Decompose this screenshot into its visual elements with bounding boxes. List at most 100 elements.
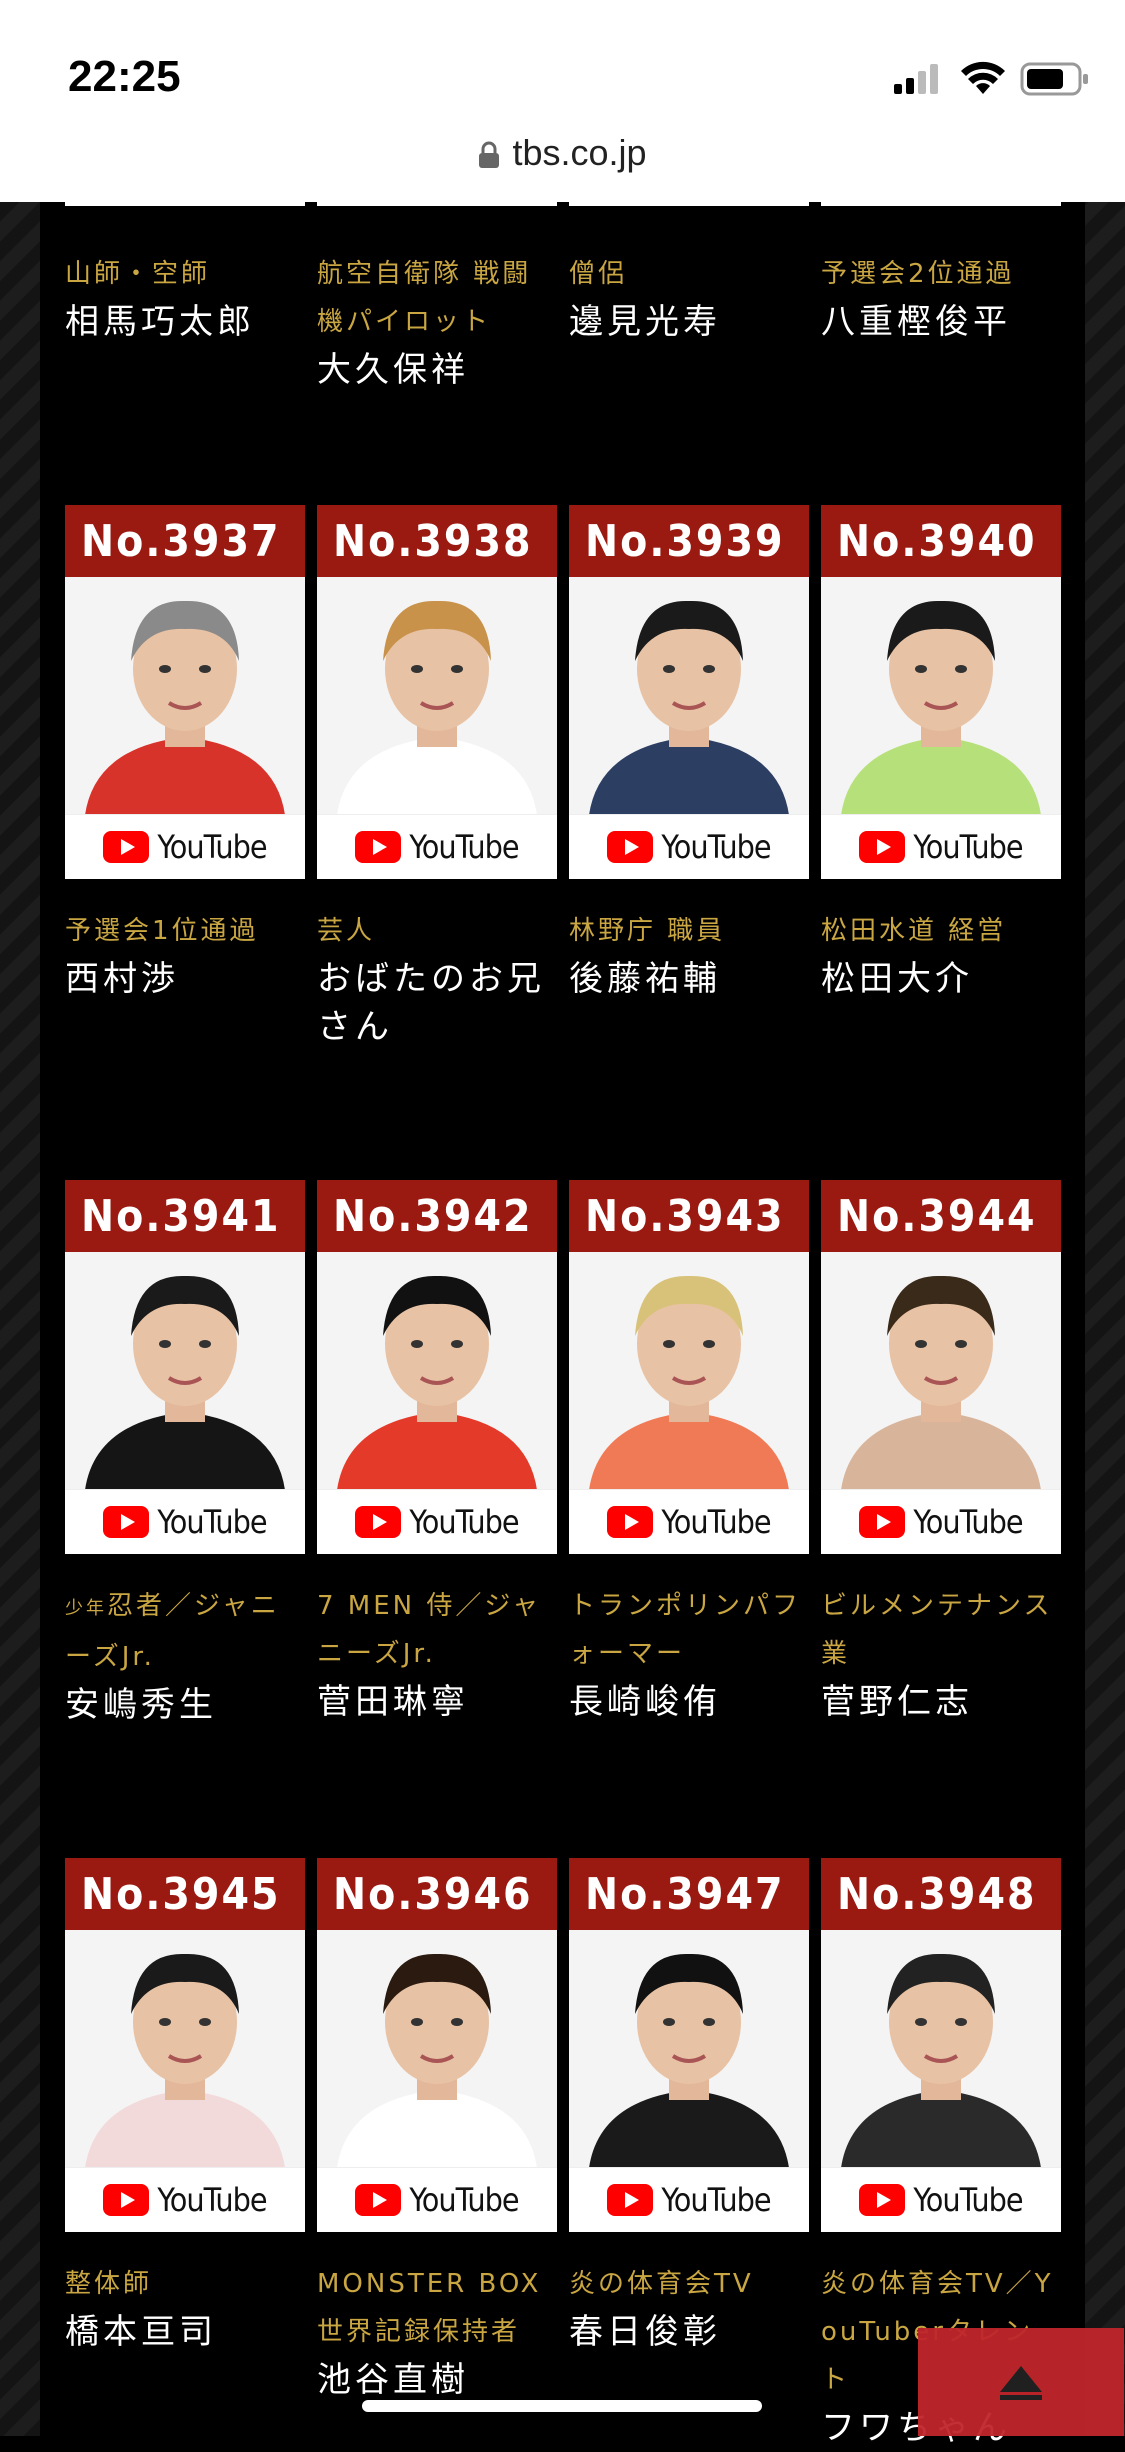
competitor-card[interactable]: No.3947 YouTube bbox=[569, 1858, 809, 2232]
competitor-photo[interactable] bbox=[821, 1930, 1061, 2168]
wifi-icon bbox=[961, 61, 1005, 94]
competitor-name: 橋本亘司 bbox=[65, 2312, 217, 2352]
person-portrait-icon bbox=[569, 577, 809, 815]
competitor-photo[interactable] bbox=[317, 1930, 557, 2168]
person-portrait-icon bbox=[65, 1252, 305, 1490]
competitor-cell[interactable]: No.3941 YouTube 少年忍者／ジャニーズJr. 安嶋秀生 bbox=[65, 1180, 305, 1729]
youtube-label: YouTube bbox=[913, 828, 1023, 866]
competitor-role: 整体師 bbox=[65, 2269, 153, 2299]
competitor-role-prefix: 少年 bbox=[65, 1598, 107, 1619]
competitor-card[interactable]: No.3942 YouTube bbox=[317, 1180, 557, 1554]
competitor-cell[interactable]: No.3947 YouTube 炎の体育会TV 春日俊彰 bbox=[569, 1858, 809, 2356]
competitor-role: MONSTER BOX 世界記録保持者 bbox=[317, 2269, 542, 2347]
competitor-photo[interactable] bbox=[569, 1930, 809, 2168]
competitor-card[interactable]: No.3938 YouTube bbox=[317, 505, 557, 879]
url-bar[interactable]: tbs.co.jp bbox=[0, 132, 1125, 174]
youtube-button[interactable]: YouTube bbox=[569, 2167, 809, 2232]
competitor-card[interactable]: No.3946 YouTube bbox=[317, 1858, 557, 2232]
competitor-photo[interactable] bbox=[821, 577, 1061, 815]
youtube-label: YouTube bbox=[157, 1503, 267, 1541]
youtube-button[interactable]: YouTube bbox=[569, 1489, 809, 1554]
competitor-card[interactable]: No.3948 YouTube bbox=[821, 1858, 1061, 2232]
youtube-play-icon bbox=[103, 1506, 150, 1538]
youtube-button[interactable]: YouTube bbox=[317, 814, 557, 879]
person-portrait-icon bbox=[569, 1252, 809, 1490]
youtube-play-icon bbox=[103, 831, 150, 863]
competitor-card[interactable]: No.3937 YouTube bbox=[65, 505, 305, 879]
competitor-card[interactable]: No.3944 YouTube bbox=[821, 1180, 1061, 1554]
competitor-photo[interactable] bbox=[569, 577, 809, 815]
youtube-button[interactable]: YouTube bbox=[821, 1489, 1061, 1554]
youtube-button[interactable]: YouTube bbox=[317, 1489, 557, 1554]
status-time: 22:25 bbox=[68, 52, 181, 101]
competitor-cell[interactable]: No.3939 YouTube 林野庁 職員 後藤祐輔 bbox=[569, 505, 809, 1003]
competitor-name: 後藤祐輔 bbox=[569, 959, 721, 999]
card-bottom-edge bbox=[317, 202, 557, 206]
youtube-button[interactable]: YouTube bbox=[821, 814, 1061, 879]
entry-number: No.3948 bbox=[821, 1858, 1061, 1930]
competitor-photo[interactable] bbox=[569, 1252, 809, 1490]
competitor-card[interactable]: No.3943 YouTube bbox=[569, 1180, 809, 1554]
entry-number: No.3945 bbox=[65, 1858, 305, 1930]
competitor-photo[interactable] bbox=[65, 1252, 305, 1490]
competitor-name: 春日俊彰 bbox=[569, 2312, 721, 2352]
youtube-button[interactable]: YouTube bbox=[65, 2167, 305, 2232]
youtube-play-icon bbox=[355, 1506, 402, 1538]
competitor-name: 松田大介 bbox=[821, 959, 973, 999]
competitor-name: 安嶋秀生 bbox=[65, 1685, 217, 1725]
person-portrait-icon bbox=[317, 577, 557, 815]
competitor-photo[interactable] bbox=[317, 577, 557, 815]
competitor-name: おばたのお兄さん bbox=[317, 959, 545, 1047]
competitor-cell[interactable]: No.3938 YouTube 芸人 おばたのお兄さん bbox=[317, 505, 557, 1051]
card-bottom-edge bbox=[821, 202, 1061, 206]
competitor-role: 予選会1位通過 bbox=[65, 916, 259, 946]
youtube-button[interactable]: YouTube bbox=[569, 814, 809, 879]
competitor-photo[interactable] bbox=[65, 577, 305, 815]
competitor-cell[interactable]: No.3944 YouTube ビルメンテナンス業 菅野仁志 bbox=[821, 1180, 1061, 1726]
competitor-cell[interactable]: No.3940 YouTube 松田水道 経営 松田大介 bbox=[821, 505, 1061, 1003]
competitor-role: 僧侶 bbox=[569, 259, 628, 289]
competitor-name: 長崎峻侑 bbox=[569, 1682, 721, 1722]
youtube-label: YouTube bbox=[157, 2181, 267, 2219]
youtube-label: YouTube bbox=[913, 2181, 1023, 2219]
scroll-to-top-button[interactable] bbox=[918, 2328, 1124, 2436]
youtube-label: YouTube bbox=[409, 2181, 519, 2219]
competitor-cell[interactable]: No.3946 YouTube MONSTER BOX 世界記録保持者 池谷直樹 bbox=[317, 1858, 557, 2404]
competitor-photo[interactable] bbox=[821, 1252, 1061, 1490]
competitor-cell[interactable]: 予選会2位通過 八重樫俊平 bbox=[821, 202, 1061, 346]
competitor-cell[interactable]: No.3942 YouTube 7 MEN 侍／ジャニーズJr. 菅田琳寧 bbox=[317, 1180, 557, 1726]
competitor-card[interactable]: No.3941 YouTube bbox=[65, 1180, 305, 1554]
competitor-cell[interactable]: No.3945 YouTube 整体師 橋本亘司 bbox=[65, 1858, 305, 2356]
youtube-play-icon bbox=[607, 831, 654, 863]
youtube-button[interactable]: YouTube bbox=[65, 814, 305, 879]
youtube-button[interactable]: YouTube bbox=[317, 2167, 557, 2232]
youtube-label: YouTube bbox=[913, 1503, 1023, 1541]
competitor-photo[interactable] bbox=[65, 1930, 305, 2168]
youtube-play-icon bbox=[607, 2184, 654, 2216]
competitor-card[interactable]: No.3940 YouTube bbox=[821, 505, 1061, 879]
competitor-role: トランポリンパフォーマー bbox=[569, 1591, 802, 1669]
cellular-signal-icon bbox=[894, 64, 938, 94]
youtube-button[interactable]: YouTube bbox=[65, 1489, 305, 1554]
entry-number: No.3941 bbox=[65, 1180, 305, 1252]
competitor-cell[interactable]: No.3943 YouTube トランポリンパフォーマー 長崎峻侑 bbox=[569, 1180, 809, 1726]
youtube-label: YouTube bbox=[409, 1503, 519, 1541]
competitor-cell[interactable]: 航空自衛隊 戦闘機パイロット 大久保祥 bbox=[317, 202, 557, 394]
youtube-play-icon bbox=[859, 2184, 906, 2216]
competitor-card[interactable]: No.3945 YouTube bbox=[65, 1858, 305, 2232]
competitor-cell[interactable]: 山師・空師 相馬巧太郎 bbox=[65, 202, 305, 346]
competitor-role: 少年忍者／ジャニーズJr. bbox=[65, 1582, 305, 1681]
competitor-cell[interactable]: 僧侶 邊見光寿 bbox=[569, 202, 809, 346]
person-portrait-icon bbox=[65, 577, 305, 815]
youtube-play-icon bbox=[607, 1506, 654, 1538]
competitor-card[interactable]: No.3939 YouTube bbox=[569, 505, 809, 879]
youtube-play-icon bbox=[859, 1506, 906, 1538]
youtube-button[interactable]: YouTube bbox=[821, 2167, 1061, 2232]
youtube-label: YouTube bbox=[157, 828, 267, 866]
competitor-name: 西村渉 bbox=[65, 959, 179, 999]
youtube-play-icon bbox=[103, 2184, 150, 2216]
competitor-photo[interactable] bbox=[317, 1252, 557, 1490]
home-indicator bbox=[362, 2400, 762, 2412]
url-text: tbs.co.jp bbox=[512, 132, 647, 173]
competitor-cell[interactable]: No.3937 YouTube 予選会1位通過 西村渉 bbox=[65, 505, 305, 1003]
